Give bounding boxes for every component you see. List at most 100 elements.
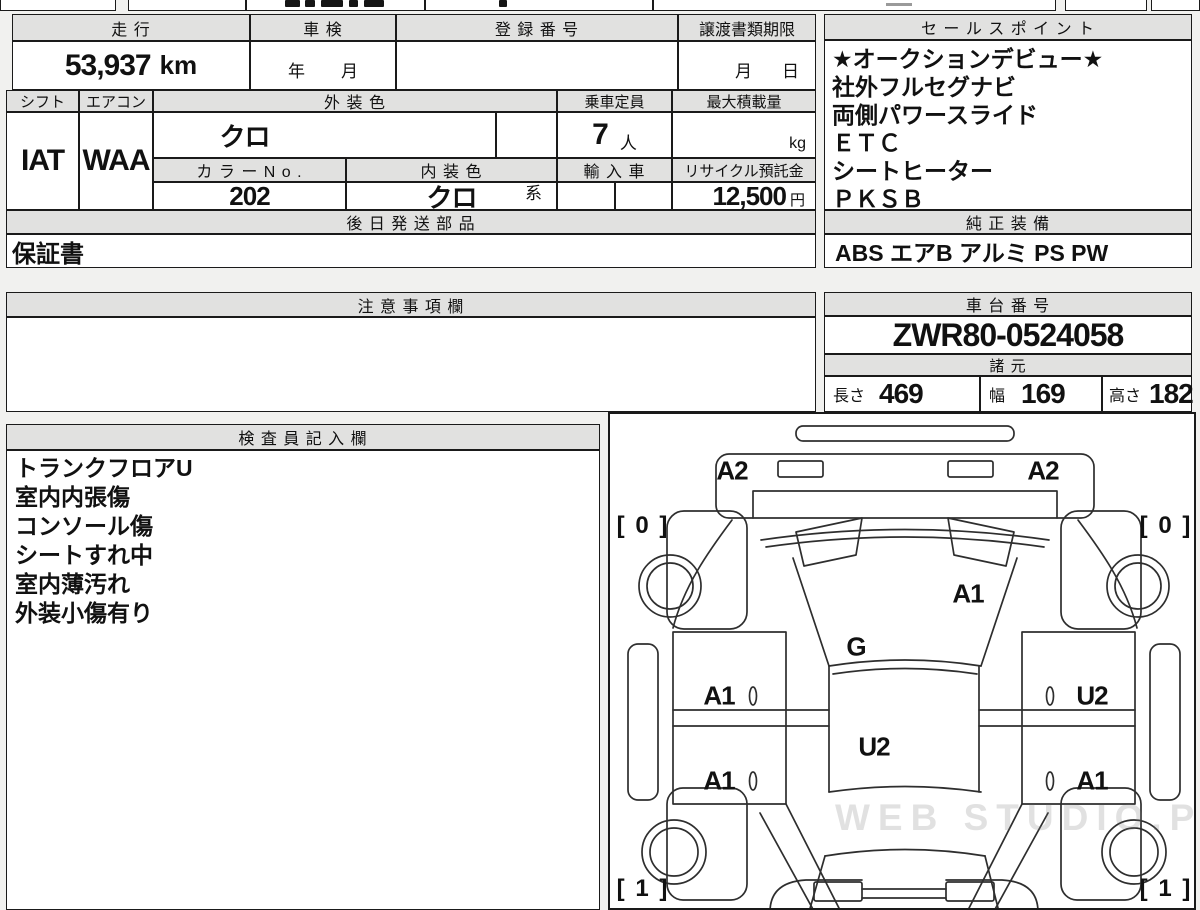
recycle-deposit-header-cell: リサイクル預託金: [672, 158, 816, 182]
capacity-unit: 人: [620, 129, 637, 154]
tire-depth-rear-left: [ 1 ]: [617, 875, 670, 903]
inspector-line: 外装小傷有り: [7, 599, 153, 628]
doors-and-roof: [673, 632, 1135, 804]
mileage-value-cell: 53,937 km: [12, 41, 250, 90]
inspector-line: コンソール傷: [7, 512, 153, 541]
inspector-line: 室内内張傷: [7, 483, 130, 512]
cropped-cell: [425, 0, 653, 11]
genuine-equipment-value: ABS エアB アルミ PS PW: [835, 234, 1108, 268]
shaken-header-label: 車 検: [303, 16, 342, 40]
auction-sheet: 走 行 車 検 登 録 番 号 譲渡書類期限 53,937 km 年 月 月 日…: [0, 0, 1200, 900]
aircon-value: WAA: [83, 144, 150, 178]
chassis-value: ZWR80-0524058: [893, 317, 1124, 354]
chassis-header-label: 車 台 番 号: [966, 292, 1050, 316]
max-load-header-label: 最大積載量: [706, 91, 781, 112]
specs-header-label: 諸 元: [989, 355, 1026, 376]
spec-width-value: 169: [1021, 378, 1065, 410]
cropped-cell: [0, 0, 116, 11]
damage-marker-a2-front-bumper-right: A2: [1027, 456, 1058, 487]
shift-value-cell: IAT: [6, 112, 79, 210]
inspector-header-label: 検 査 員 記 入 欄: [238, 425, 367, 449]
notes-header-label: 注 意 事 項 欄: [358, 293, 465, 317]
chassis-header: 車 台 番 号: [824, 292, 1192, 316]
damage-marker-a2-front-bumper-left: A2: [716, 456, 747, 487]
spec-height-label: 高さ: [1109, 382, 1141, 406]
color-no-value-cell: 202: [153, 182, 346, 210]
capacity-value: 7: [592, 118, 608, 152]
cropped-text-fragment: [321, 0, 343, 7]
sales-points-header-label: セ ー ル ス ポ イ ン ト: [921, 15, 1095, 39]
mileage-header-label: 走 行: [111, 16, 150, 40]
color-no-header-cell: カ ラ ー N o .: [153, 158, 346, 182]
later-parts-value: 保証書: [12, 234, 84, 269]
damage-marker-u2-front-door-right: U2: [1076, 681, 1107, 712]
capacity-header-label: 乗車定員: [584, 91, 644, 112]
exterior-color-blank-cell: [496, 112, 557, 158]
mileage-value: 53,937: [65, 49, 151, 83]
spec-height-cell: 高さ 182: [1102, 376, 1192, 412]
sales-point-item: 社外フルセグナビ: [825, 73, 1016, 101]
cropped-cell: [1151, 0, 1200, 11]
cropped-cell: [1065, 0, 1147, 11]
import-car-cell-1: [557, 182, 615, 210]
spec-width-cell: 幅 169: [980, 376, 1102, 412]
tire-depth-front-right: [ 0 ]: [1140, 512, 1193, 540]
cropped-text-fragment: [305, 0, 315, 7]
shaken-value-cell: 年 月: [250, 41, 396, 90]
aircon-header-label: エアコン: [86, 91, 146, 112]
spec-height-value: 182: [1149, 378, 1193, 410]
cropped-text-fragment: [349, 0, 358, 7]
inspector-line: トランクフロアU: [7, 454, 193, 483]
chassis-value-cell: ZWR80-0524058: [824, 316, 1192, 354]
cropped-text-fragment: [285, 0, 300, 7]
sales-point-item: ＰＫＳＢ: [825, 185, 924, 213]
sales-points-body: ★オークションデビュー★ 社外フルセグナビ 両側パワースライド ＥＴＣ シートヒ…: [824, 40, 1192, 210]
interior-color-value: クロ: [426, 178, 476, 215]
sales-point-item: ★オークションデビュー★: [825, 45, 1103, 73]
damage-marker-a1-hood: A1: [952, 579, 983, 610]
max-load-unit: kg: [789, 135, 806, 153]
cropped-text-fragment: [886, 3, 912, 6]
exterior-color-value-cell: クロ: [153, 112, 496, 158]
transfer-month-label: 月: [735, 57, 752, 82]
shift-header-cell: シフト: [6, 90, 79, 112]
sales-point-item: 両側パワースライド: [825, 101, 1038, 129]
shaken-header-cell: 車 検: [250, 14, 396, 41]
cropped-cell: [653, 0, 1056, 11]
damage-marker-a1-rear-door-right: A1: [1076, 766, 1107, 797]
notes-header: 注 意 事 項 欄: [6, 292, 816, 317]
import-car-header-cell: 輸 入 車: [557, 158, 672, 182]
later-parts-header-cell: 後 日 発 送 部 品: [6, 210, 816, 234]
interior-color-suffix: 系: [525, 179, 542, 204]
later-parts-value-cell: 保証書: [6, 234, 816, 268]
sales-point-item: ＥＴＣ: [825, 129, 901, 157]
watermark: WEB STUDIO.PRO: [835, 797, 1196, 839]
recycle-deposit-value: 12,500: [712, 181, 786, 212]
transfer-day-label: 日: [782, 57, 799, 82]
transfer-docs-header-label: 譲渡書類期限: [699, 16, 795, 40]
inspector-line: シートすれ中: [7, 541, 153, 570]
registration-header-cell: 登 録 番 号: [396, 14, 678, 41]
registration-value-cell: [396, 41, 678, 90]
cropped-text-fragment: [499, 0, 507, 7]
sales-points-header: セ ー ル ス ポ イ ン ト: [824, 14, 1192, 40]
shaken-year-label: 年: [288, 57, 305, 82]
registration-header-label: 登 録 番 号: [495, 16, 579, 40]
specs-header: 諸 元: [824, 354, 1192, 376]
color-no-header-label: カ ラ ー N o .: [196, 158, 302, 182]
color-no-value: 202: [229, 181, 269, 212]
import-car-header-label: 輸 入 車: [584, 158, 646, 182]
max-load-header-cell: 最大積載量: [672, 90, 816, 112]
recycle-deposit-unit: 円: [790, 189, 805, 210]
cropped-cell: [246, 0, 425, 11]
capacity-header-cell: 乗車定員: [557, 90, 672, 112]
genuine-equipment-header-label: 純 正 装 備: [966, 210, 1050, 234]
inspector-header: 検 査 員 記 入 欄: [6, 424, 600, 450]
inspector-body: トランクフロアU 室内内張傷 コンソール傷 シートすれ中 室内薄汚れ 外装小傷有…: [6, 450, 600, 910]
inspector-line: 室内薄汚れ: [7, 570, 130, 599]
mileage-header-cell: 走 行: [12, 14, 250, 41]
damage-marker-u2-roof: U2: [858, 732, 889, 763]
exterior-color-header-label: 外 装 色: [324, 89, 386, 113]
spec-length-cell: 長さ 469: [824, 376, 980, 412]
recycle-deposit-value-cell: 12,500 円: [672, 182, 816, 210]
